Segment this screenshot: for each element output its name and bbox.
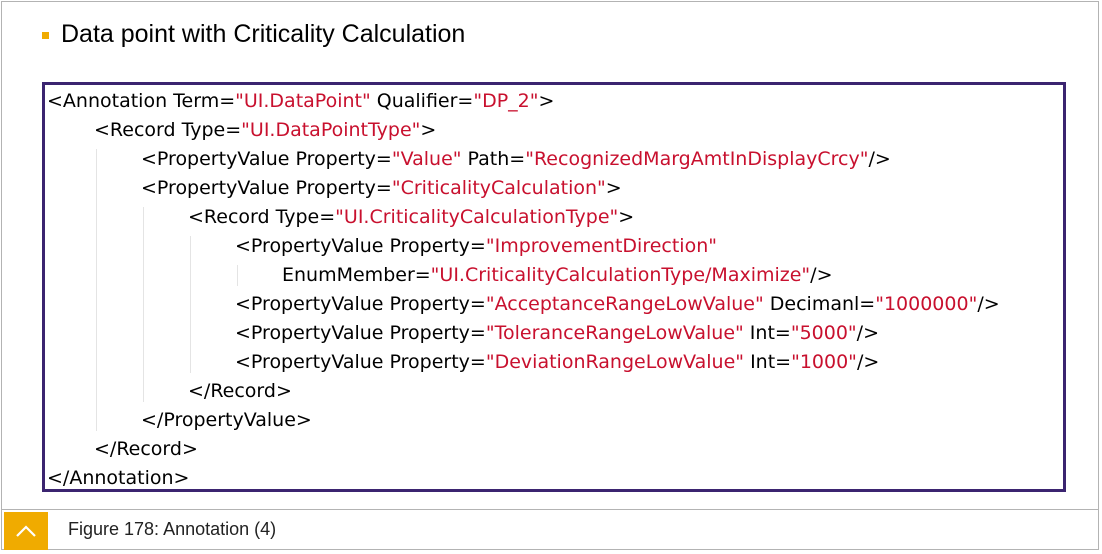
code-token: <PropertyValue Property=: [235, 235, 486, 257]
code-string: "RecognizedMargAmtInDisplayCrcy": [525, 148, 869, 170]
indent-guide: [143, 207, 144, 402]
code-line: </Record>: [94, 435, 198, 464]
code-line: <Record Type="UI.DataPointType">: [94, 116, 436, 145]
code-token: <PropertyValue Property=: [235, 293, 486, 315]
code-token: Int=: [744, 351, 792, 373]
code-string: "AcceptanceRangeLowValue": [485, 293, 764, 315]
code-token: </Record>: [188, 380, 292, 402]
code-string: "UI.DataPoint": [235, 90, 371, 112]
code-line: </Annotation>: [47, 464, 189, 493]
code-string: "Value": [391, 148, 462, 170]
code-token: Int=: [743, 322, 791, 344]
code-token: >: [618, 206, 635, 228]
indent-guide: [237, 265, 238, 286]
code-token: EnumMember=: [282, 264, 431, 286]
code-token: </PropertyValue>: [141, 409, 312, 431]
bullet-icon: [42, 32, 49, 39]
code-string: "CriticalityCalculation": [391, 177, 606, 199]
code-line: </Record>: [188, 377, 292, 406]
code-string: "ImprovementDirection": [485, 235, 717, 257]
code-token: />: [977, 293, 1000, 315]
code-line: <PropertyValue Property="CriticalityCalc…: [141, 174, 622, 203]
code-token: />: [868, 148, 891, 170]
code-token: >: [538, 90, 555, 112]
code-token: <PropertyValue Property=: [141, 177, 392, 199]
code-line: <PropertyValue Property="ImprovementDire…: [235, 232, 717, 261]
code-token: </Annotation>: [47, 467, 190, 489]
code-line: <Annotation Term="UI.DataPoint" Qualifie…: [47, 87, 554, 116]
code-token: />: [810, 264, 833, 286]
code-string: "UI.CriticalityCalculationType": [335, 206, 619, 228]
footer-divider: [2, 509, 1098, 510]
code-line: <PropertyValue Property="ToleranceRangeL…: [235, 319, 879, 348]
indent-guide: [96, 149, 97, 431]
code-token: />: [856, 351, 880, 373]
slide-frame: Data point with Criticality Calculation …: [1, 1, 1099, 550]
code-token: </Record>: [94, 438, 198, 460]
slide-heading: Data point with Criticality Calculation: [42, 20, 465, 49]
code-token: <Record Type=: [94, 119, 242, 141]
code-string: "1000000": [875, 293, 978, 315]
indent-guide: [190, 236, 191, 373]
figure-caption: Figure 178: Annotation (4): [68, 519, 277, 539]
heading-text: Data point with Criticality Calculation: [61, 20, 466, 48]
code-token: />: [856, 322, 879, 344]
code-token: Path=: [461, 148, 526, 170]
caret-up-icon: [16, 525, 36, 537]
code-line: <PropertyValue Property="AcceptanceRange…: [235, 290, 1000, 319]
code-line: </PropertyValue>: [141, 406, 312, 435]
code-line: <Record Type="UI.CriticalityCalculationT…: [188, 203, 634, 232]
collapse-toggle[interactable]: [4, 512, 48, 550]
code-token: <Annotation Term=: [47, 90, 236, 112]
code-line: <PropertyValue Property="Value" Path="Re…: [141, 145, 891, 174]
code-string: "ToleranceRangeLowValue": [485, 322, 744, 344]
code-token: <Record Type=: [188, 206, 336, 228]
code-line: <PropertyValue Property="DeviationRangeL…: [235, 348, 879, 377]
code-token: <PropertyValue Property=: [235, 351, 486, 373]
code-string: "DP_2": [473, 90, 539, 112]
code-string: "DeviationRangeLowValue": [485, 351, 745, 373]
code-string: "5000": [790, 322, 857, 344]
code-token: <PropertyValue Property=: [235, 322, 486, 344]
code-string: "1000": [791, 351, 857, 373]
code-token: >: [420, 119, 437, 141]
code-token: <PropertyValue Property=: [141, 148, 392, 170]
code-line: EnumMember="UI.CriticalityCalculationTyp…: [282, 261, 833, 290]
code-token: Decimanl=: [763, 293, 876, 315]
code-token: >: [605, 177, 622, 199]
code-token: Qualifier=: [370, 90, 474, 112]
code-string: "UI.CriticalityCalculationType/Maximize": [430, 264, 811, 286]
code-block: <Annotation Term="UI.DataPoint" Qualifie…: [42, 82, 1066, 492]
code-string: "UI.DataPointType": [241, 119, 421, 141]
